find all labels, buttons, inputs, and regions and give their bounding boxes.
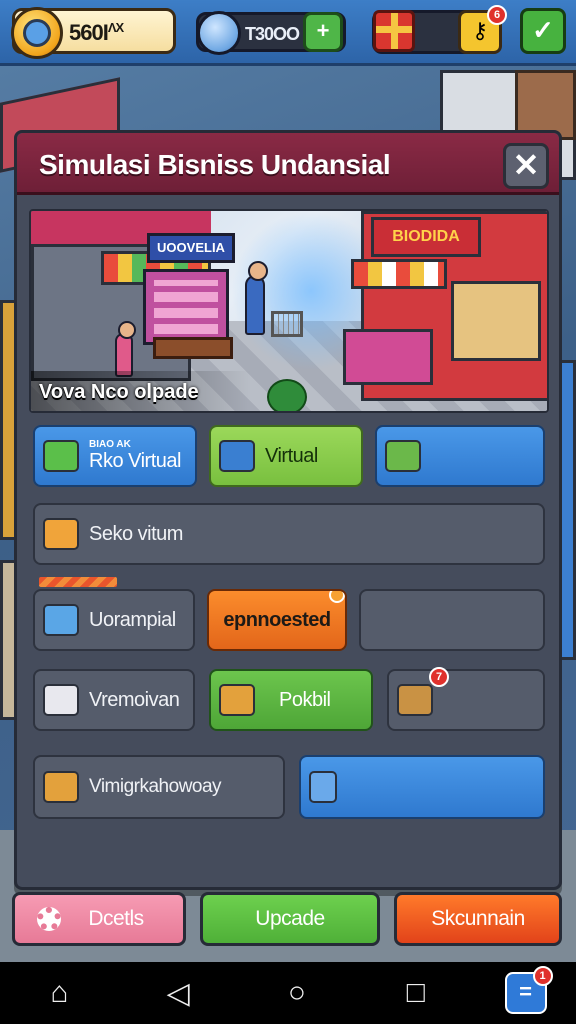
tile-epnnoested[interactable]: epnnoested	[207, 589, 347, 651]
tile-cart[interactable]	[299, 755, 545, 819]
tile-rko-virtual[interactable]: BIAO AK Rko Virtual	[33, 425, 197, 487]
tile-seko-vitum[interactable]: Seko vitum	[33, 503, 545, 565]
hero-illustration: UOOVELIA BIODIDA Vova Nco olpade	[29, 209, 549, 413]
checkout-kiosk	[343, 329, 433, 385]
tile-label: Pokbil	[279, 688, 331, 711]
tile-vremoivan[interactable]: Vremoivan	[33, 669, 195, 731]
gem-icon	[197, 11, 241, 55]
tile-label: Vremoivan	[89, 688, 180, 711]
tile-label: Uorampial	[89, 608, 176, 631]
store-box-icon	[43, 771, 79, 803]
dice-icon	[43, 684, 79, 716]
shopping-cart-icon	[271, 311, 303, 337]
tile-note: BIAO AK	[89, 439, 131, 450]
box-icon	[43, 518, 79, 550]
tile-label: Virtual	[265, 444, 318, 467]
gear-icon	[37, 907, 61, 931]
coin-icon	[11, 7, 63, 59]
app-badge: 1	[532, 966, 553, 986]
tile-produce[interactable]	[375, 425, 545, 487]
tile-uorampial[interactable]: Uorampial	[33, 589, 195, 651]
tile-label: Seko vitum	[89, 522, 183, 545]
tile-virtual[interactable]: Virtual	[209, 425, 363, 487]
tile-pokbil[interactable]: Pokbil	[209, 669, 373, 731]
server-icon	[43, 604, 79, 636]
tile-label: Rko Virtual	[89, 450, 181, 472]
confirm-button[interactable]: ✓	[520, 8, 566, 54]
details-button[interactable]: Dcetls	[12, 892, 186, 946]
gem-counter[interactable]: T30OO +	[196, 11, 346, 55]
hazard-stripe-tag	[39, 577, 117, 587]
android-nav-bar: ⌂ ◁ ○ □ = 1	[0, 962, 576, 1024]
crate-icon	[397, 684, 433, 716]
cart-icon	[309, 771, 337, 803]
tile-crate[interactable]: 7	[387, 667, 545, 731]
shopper-figure	[245, 261, 268, 335]
package-icon	[219, 684, 255, 716]
plant-decoration	[267, 379, 307, 411]
key-badge: 6	[487, 5, 507, 25]
business-sim-dialog: Simulasi Bisniss Undansial ✕ UOOVELIA BI…	[14, 130, 562, 890]
back-icon[interactable]: ◁	[148, 976, 208, 1011]
cube-icon	[43, 440, 79, 472]
basket-icon	[219, 440, 255, 472]
special-button[interactable]: Skcunnain	[394, 892, 562, 946]
app-shortcut-icon[interactable]: = 1	[504, 966, 553, 1014]
gem-value: T30OO	[245, 24, 300, 44]
home-icon[interactable]: ⌂	[29, 976, 89, 1010]
key-icon: ⚷	[471, 18, 489, 43]
add-gems-button[interactable]: +	[303, 12, 343, 52]
tile-label: Vimigrkahowoay	[89, 776, 222, 797]
tile-label: epnnoested	[223, 608, 331, 631]
upgrade-button[interactable]: Upcade	[200, 892, 380, 946]
coin-value: 560IΛX	[69, 20, 124, 45]
tile-vimigrkahowoay[interactable]: Vimigrkahowoay	[33, 755, 285, 819]
left-shop-sign: UOOVELIA	[147, 233, 235, 263]
dialog-title: Simulasi Bisniss Undansial	[39, 149, 391, 180]
gift-icon	[373, 10, 415, 52]
top-resource-bar: 560IΛX T30OO + ⚷ 6 ✓	[0, 0, 576, 66]
recents-icon[interactable]: □	[386, 976, 446, 1010]
right-shop-sign: BIODIDA	[371, 217, 481, 257]
display-screen	[143, 269, 229, 345]
coin-counter[interactable]: 560IΛX	[11, 7, 176, 59]
hero-caption: Vova Nco olpade	[39, 381, 199, 403]
home-circle-icon[interactable]: ○	[267, 976, 327, 1010]
notice-dot	[329, 591, 345, 603]
close-button[interactable]: ✕	[503, 143, 549, 189]
dialog-header: Simulasi Bisniss Undansial ✕	[17, 133, 559, 195]
key-button[interactable]: ⚷ 6	[458, 5, 507, 54]
produce-crate-icon	[385, 440, 421, 472]
tile-empty-slot[interactable]	[359, 589, 545, 651]
crate-badge: 7	[429, 667, 449, 687]
